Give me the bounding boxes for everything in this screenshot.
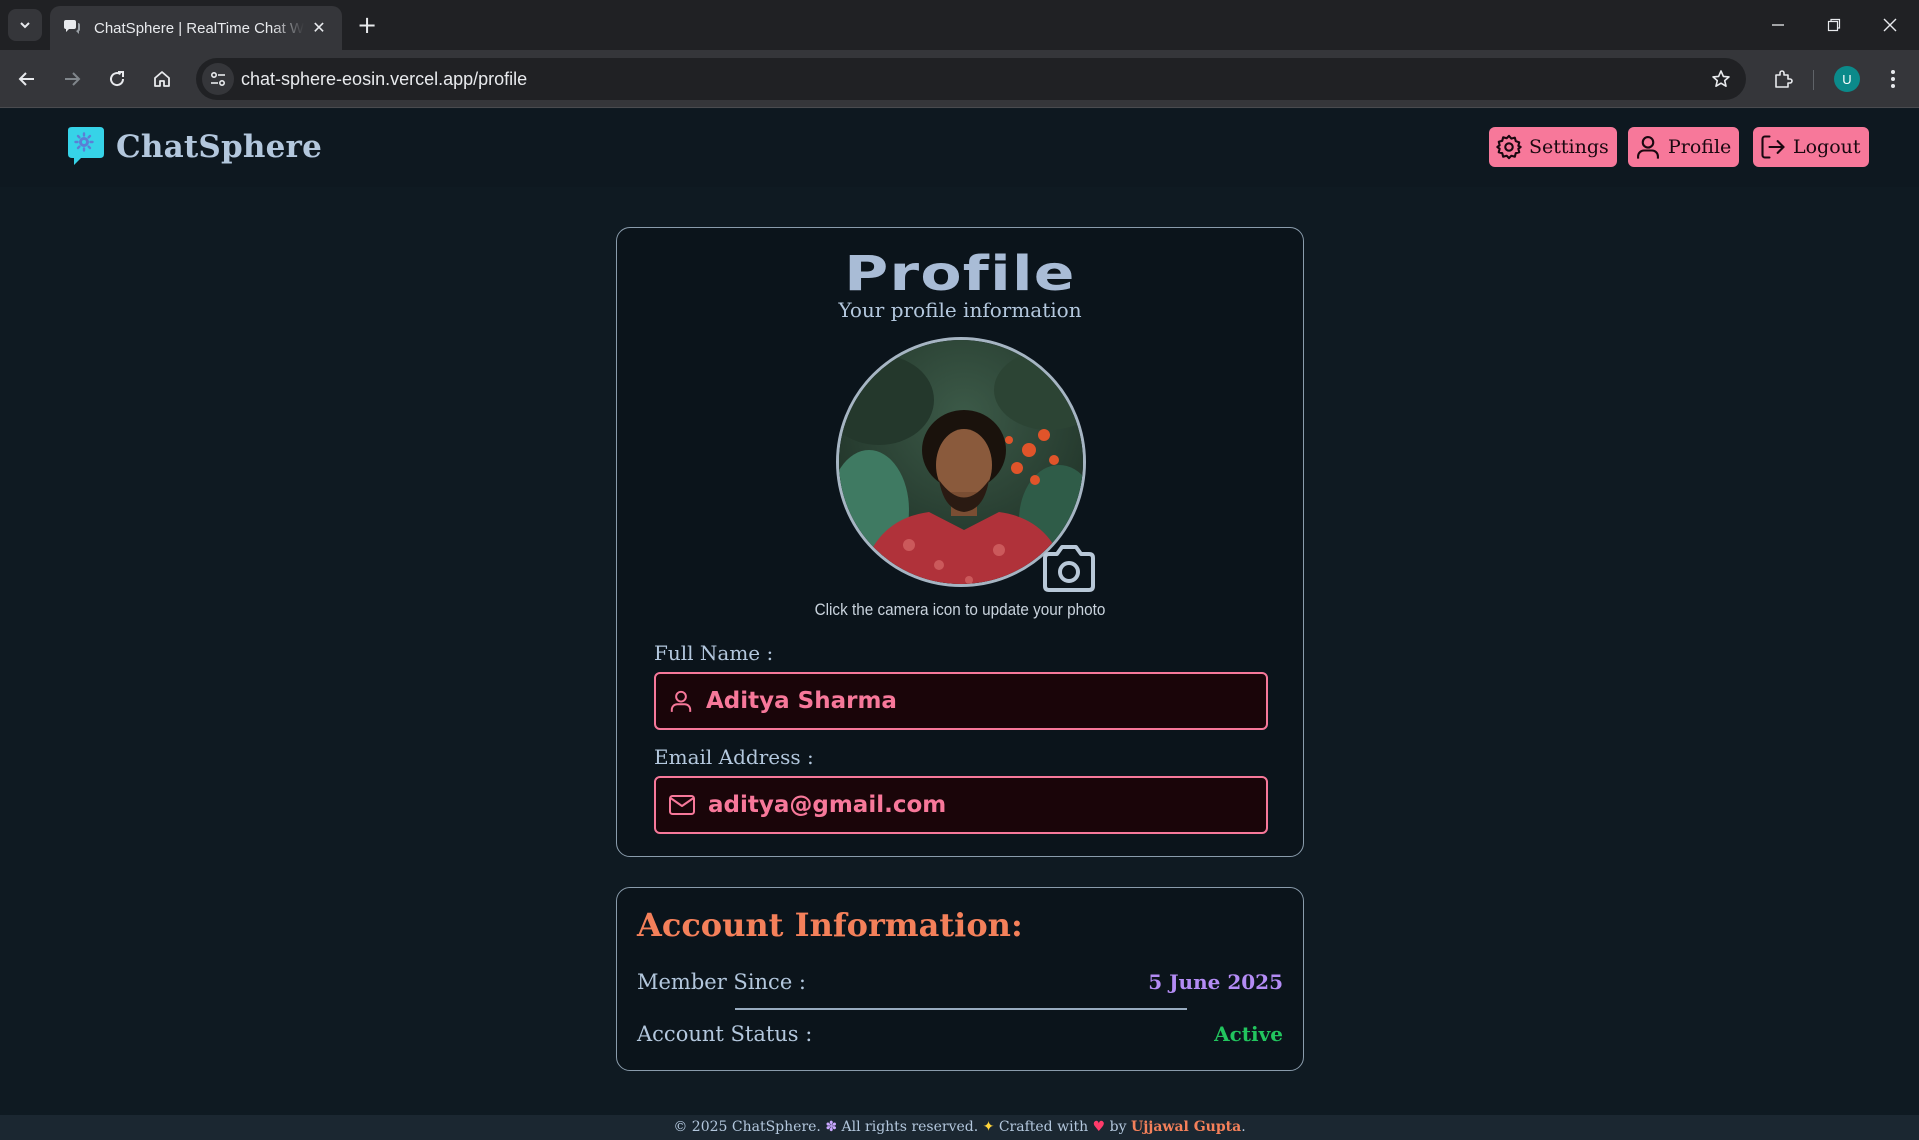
heart-icon: ♥ — [1092, 1119, 1106, 1135]
footer-crafted: Crafted with — [994, 1119, 1093, 1135]
reload-icon — [110, 71, 125, 87]
footer-rights: All rights reserved. — [837, 1119, 983, 1135]
close-window-button[interactable] — [1870, 8, 1910, 42]
url-text: chat-sphere-eosin.vercel.app/profile — [241, 69, 528, 89]
sparkles-icon: ✦ — [982, 1119, 995, 1135]
email-label: Email Address : — [654, 745, 814, 769]
mail-icon — [669, 795, 695, 815]
photo-hint: Click the camera icon to update your pho… — [814, 600, 1106, 619]
logout-button[interactable]: Logout — [1753, 127, 1869, 167]
browser-tab-bar: ChatSphere | RealTime Chat With Friends … — [0, 0, 1919, 50]
browser-profile-avatar[interactable]: U — [1834, 66, 1860, 92]
new-tab-button[interactable]: + — [352, 10, 382, 40]
logout-button-label: Logout — [1793, 136, 1861, 158]
home-button[interactable] — [145, 62, 179, 96]
camera-icon[interactable] — [1039, 542, 1099, 596]
full-name-value: Aditya Sharma — [706, 688, 897, 714]
more-vertical-icon — [1891, 70, 1895, 88]
star-icon — [1712, 70, 1730, 87]
brand[interactable]: ChatSphere — [64, 126, 322, 168]
member-since-value: 5 June 2025 — [1148, 970, 1283, 994]
tab-close-icon[interactable]: ✕ — [308, 17, 330, 39]
logout-icon — [1761, 135, 1785, 159]
tab-search-button[interactable] — [8, 9, 42, 41]
gear-icon — [1496, 134, 1522, 160]
restore-icon — [1827, 18, 1841, 32]
address-bar[interactable]: chat-sphere-eosin.vercel.app/profile — [196, 58, 1746, 100]
page-subtitle: Your profile information — [838, 298, 1082, 322]
footer-by: by — [1105, 1119, 1131, 1135]
member-since-label: Member Since : — [637, 970, 806, 994]
account-card: Account Information: Member Since : 5 Ju… — [616, 887, 1304, 1071]
account-status-label: Account Status : — [637, 1022, 813, 1046]
divider — [735, 1008, 1187, 1010]
email-field[interactable]: aditya@gmail.com — [654, 776, 1268, 834]
toolbar-divider — [1813, 70, 1814, 90]
bookmark-button[interactable] — [1708, 66, 1734, 92]
reload-button[interactable] — [100, 62, 134, 96]
chevron-down-icon — [20, 22, 30, 29]
back-button[interactable] — [10, 62, 44, 96]
arrow-left-icon — [18, 72, 34, 86]
profile-button[interactable]: Profile — [1628, 127, 1740, 167]
footer-end: . — [1241, 1119, 1246, 1135]
account-status-value: Active — [1214, 1022, 1283, 1046]
extensions-button[interactable] — [1766, 62, 1800, 96]
tab-title: ChatSphere | RealTime Chat With Friends — [94, 19, 304, 37]
chat-logo-icon — [68, 127, 104, 165]
arrow-right-icon — [65, 72, 81, 86]
home-icon — [154, 71, 170, 87]
account-title: Account Information: — [637, 906, 1023, 944]
app-header: ChatSphere Settings Profile Logout — [0, 109, 1919, 187]
page-title: Profile — [844, 246, 1076, 302]
tune-icon — [210, 71, 226, 87]
minimize-icon — [1772, 24, 1784, 26]
site-info-button[interactable] — [202, 63, 234, 95]
user-icon — [1637, 136, 1659, 159]
profile-card: Profile Your profile information Click t… — [616, 227, 1304, 857]
email-value: aditya@gmail.com — [708, 792, 947, 818]
footer-copyright: © 2025 ChatSphere. — [673, 1119, 826, 1135]
forward-button[interactable] — [55, 62, 89, 96]
minimize-button[interactable] — [1758, 8, 1798, 42]
browser-toolbar: chat-sphere-eosin.vercel.app/profile U — [0, 50, 1919, 108]
close-icon — [1883, 18, 1897, 32]
user-icon — [670, 690, 692, 712]
browser-menu-button[interactable] — [1878, 62, 1908, 96]
browser-tab[interactable]: ChatSphere | RealTime Chat With Friends … — [50, 6, 342, 50]
settings-button[interactable]: Settings — [1489, 127, 1617, 167]
puzzle-icon — [1775, 70, 1793, 88]
gear-icon: ✽ — [825, 1119, 838, 1135]
footer-author[interactable]: Ujjawal Gupta — [1131, 1119, 1241, 1135]
full-name-field[interactable]: Aditya Sharma — [654, 672, 1268, 730]
chat-favicon-icon — [64, 20, 80, 34]
app-page: ChatSphere Settings Profile Logout Profi… — [0, 109, 1919, 1140]
settings-button-label: Settings — [1529, 136, 1609, 158]
footer: © 2025 ChatSphere. ✽ All rights reserved… — [0, 1115, 1919, 1140]
full-name-label: Full Name : — [654, 641, 774, 665]
restore-button[interactable] — [1814, 8, 1854, 42]
profile-button-label: Profile — [1668, 136, 1732, 158]
brand-name: ChatSphere — [116, 129, 322, 165]
